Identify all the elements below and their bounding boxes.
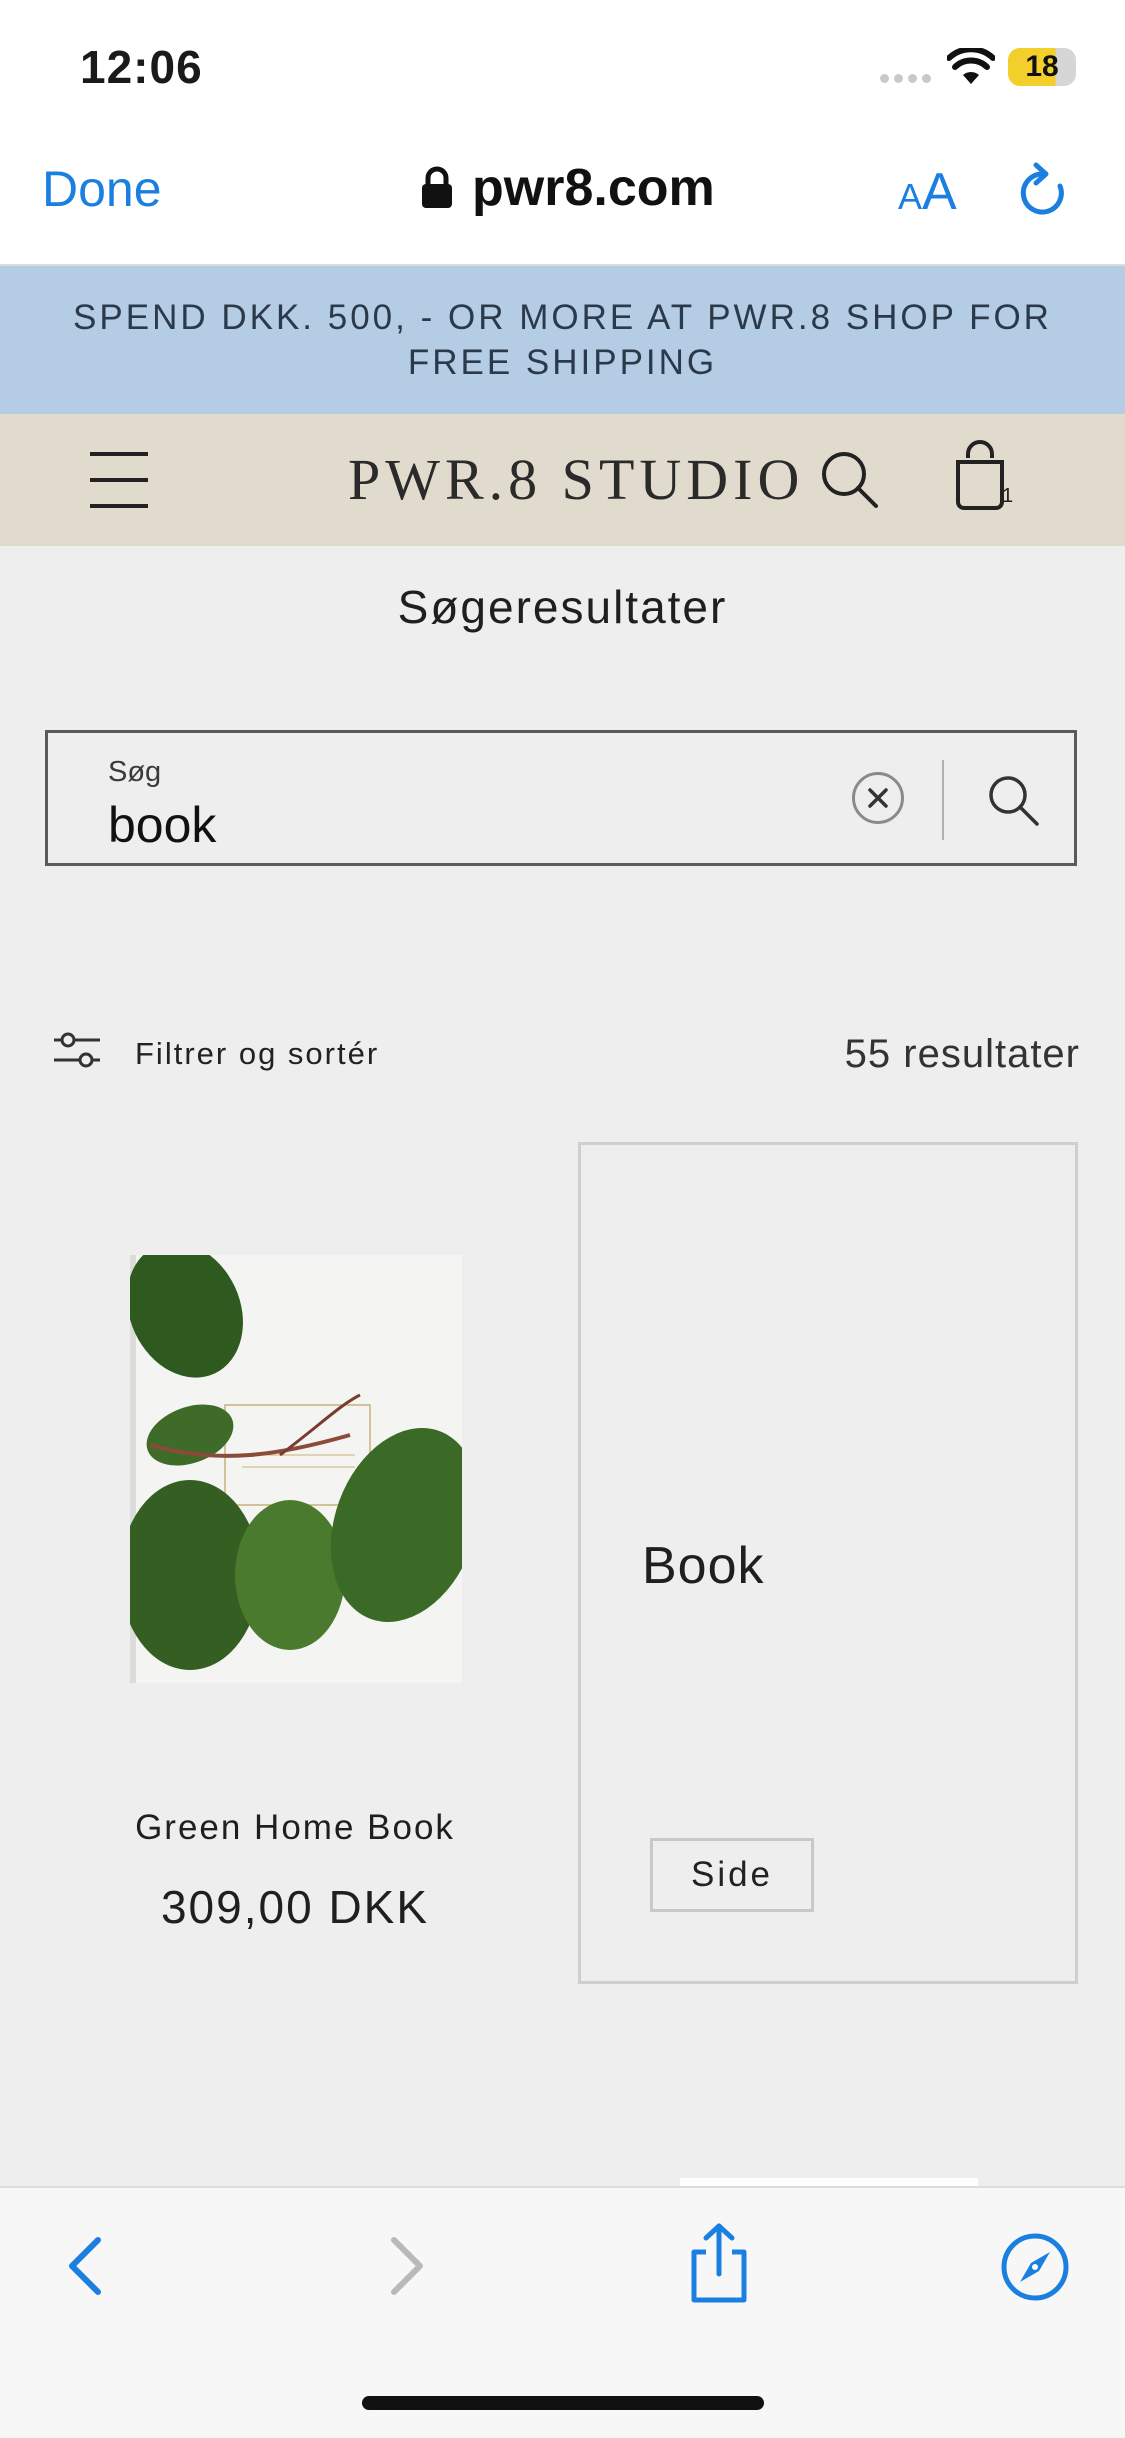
scroll-indicator: [680, 2178, 978, 2186]
search-icon[interactable]: [818, 448, 882, 517]
search-value[interactable]: book: [108, 796, 216, 854]
clear-icon[interactable]: [852, 772, 904, 824]
text-size-button[interactable]: AA: [898, 162, 957, 222]
wifi-icon: [946, 46, 996, 91]
url-text[interactable]: pwr8.com: [472, 158, 715, 218]
promo-text: SPEND DKK. 500, - OR MORE AT PWR.8 SHOP …: [73, 298, 1052, 382]
reload-icon[interactable]: [1016, 162, 1072, 227]
site-logo[interactable]: PWR.8 STUDIO: [348, 446, 804, 513]
compass-icon[interactable]: [1000, 2232, 1070, 2307]
filter-sort-button[interactable]: Filtrer og sortér: [135, 1036, 379, 1072]
promo-banner: SPEND DKK. 500, - OR MORE AT PWR.8 SHOP …: [0, 266, 1125, 414]
cart-count: 1: [1002, 485, 1013, 507]
product-image[interactable]: [130, 1255, 462, 1683]
results-count: 55 resultater: [844, 1032, 1080, 1076]
text-size-big-label: A: [922, 163, 957, 221]
menu-icon[interactable]: [90, 452, 148, 508]
search-divider: [942, 760, 944, 840]
done-button[interactable]: Done: [42, 160, 162, 218]
cart-icon[interactable]: 1: [950, 434, 1014, 519]
page-title: Søgeresultater: [397, 581, 728, 633]
share-icon[interactable]: [684, 2222, 754, 2309]
filter-icon[interactable]: [52, 1030, 102, 1075]
home-indicator: [362, 2396, 764, 2410]
lock-icon: [420, 166, 454, 215]
status-time: 12:06: [80, 41, 203, 93]
search-submit-icon[interactable]: [985, 772, 1041, 833]
product-price: 309,00 DKK: [160, 1881, 430, 1933]
back-icon[interactable]: [62, 2236, 112, 2301]
page-result-badge: Side: [650, 1838, 814, 1912]
battery-icon: 18: [1008, 48, 1076, 86]
forward-icon[interactable]: [380, 2236, 430, 2301]
page-result-title[interactable]: Book: [642, 1536, 765, 1596]
product-name[interactable]: Green Home Book: [40, 1808, 550, 1848]
text-size-small-label: A: [898, 176, 923, 217]
search-label: Søg: [108, 756, 162, 788]
